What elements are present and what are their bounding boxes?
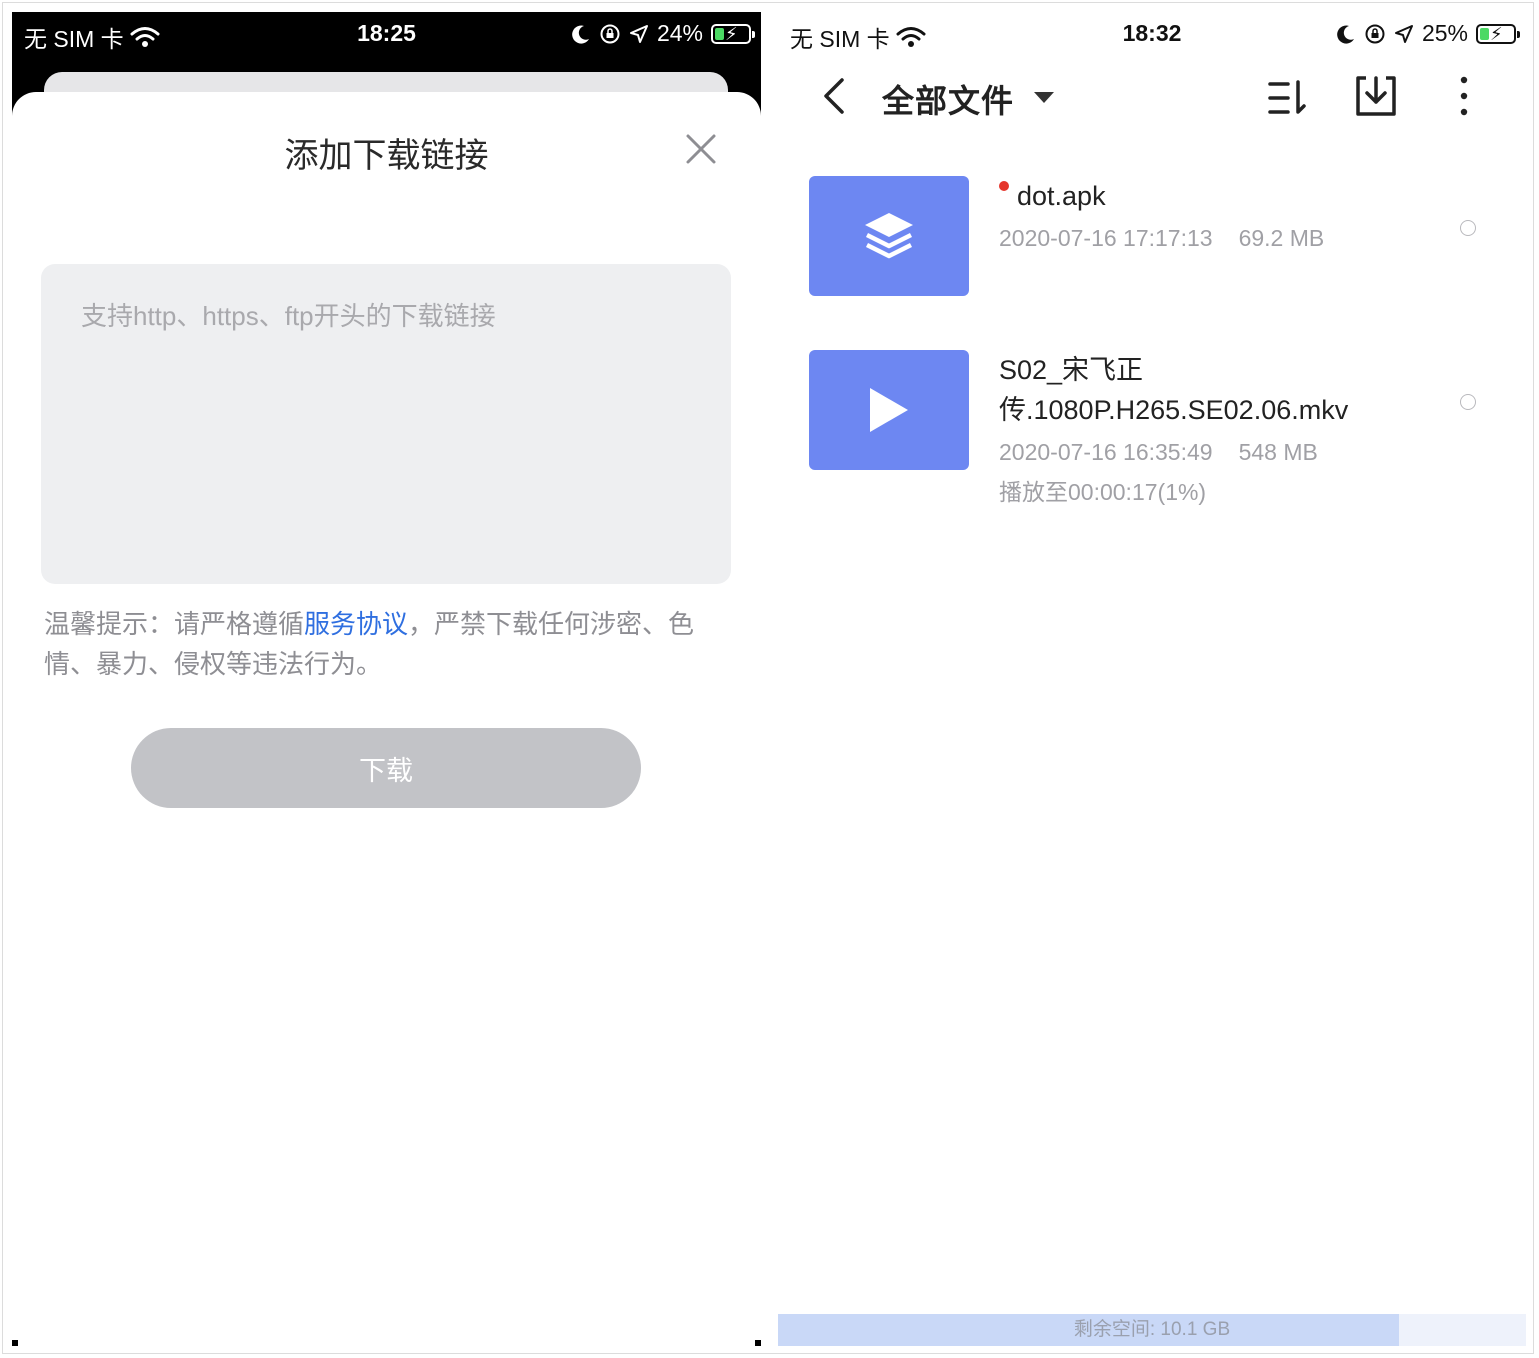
corner-mark (755, 1340, 761, 1346)
file-name-text: dot.apk (1017, 181, 1106, 211)
dialog-title: 添加下载链接 (284, 137, 489, 175)
file-thumbnail (809, 176, 969, 296)
download-button[interactable]: 下载 (131, 728, 641, 808)
file-meta: 2020-07-16 17:17:13 69.2 MB (999, 218, 1324, 258)
file-name: S02_宋飞正 (999, 355, 1144, 385)
nav-bar: 全部文件 (778, 64, 1526, 128)
new-badge (999, 181, 1009, 191)
tip-prefix: 温馨提示：请严格遵循 (44, 609, 305, 639)
folder-title[interactable]: 全部文件 (882, 76, 1014, 122)
file-size: 69.2 MB (1238, 225, 1325, 251)
battery-percent: 24% (656, 20, 703, 46)
file-size: 548 MB (1238, 439, 1318, 465)
rotation-lock-icon (600, 24, 620, 43)
warning-tip: 温馨提示：请严格遵循服务协议，严禁下载任何涉密、色情、暴力、侵权等违法行为。 (44, 604, 724, 684)
file-name-line2: 传.1080P.H265.SE02.06.mkv (999, 395, 1349, 425)
file-item[interactable]: dot.apk 2020-07-16 17:17:13 69.2 MB (778, 176, 1526, 316)
select-radio[interactable] (1460, 394, 1476, 410)
location-arrow-icon (629, 24, 648, 43)
play-progress: 播放至00:00:17(1%) (999, 479, 1207, 505)
select-radio[interactable] (1460, 220, 1476, 236)
battery-icon: ⚡ (1476, 23, 1520, 44)
sort-icon[interactable] (1266, 76, 1310, 120)
add-link-dialog: 添加下载链接 温馨提示：请严格遵循服务协议，严禁下载任何涉密、色情、暴力、侵权等… (12, 92, 761, 1346)
download-link-input[interactable] (41, 264, 731, 584)
play-icon (870, 388, 908, 432)
file-name: dot.apk (999, 176, 1106, 216)
add-link-screen: 无 SIM 卡 18:25 24% ⚡ 添加下载链接 温馨提示：请严格遵循服务协… (12, 12, 761, 1346)
status-bar: 无 SIM 卡 18:32 25% ⚡ (778, 12, 1526, 56)
location-arrow-icon (1394, 24, 1413, 43)
rotation-lock-icon (1365, 24, 1385, 43)
status-bar: 无 SIM 卡 18:25 24% ⚡ (12, 12, 761, 56)
service-agreement-link[interactable]: 服务协议 (304, 609, 408, 639)
file-date: 2020-07-16 16:35:49 (999, 439, 1213, 465)
back-arrow-icon[interactable] (818, 76, 852, 116)
battery-percent: 25% (1421, 20, 1468, 46)
moon-icon (1337, 25, 1354, 44)
file-list-screen: 无 SIM 卡 18:32 25% ⚡ 全部文件 dot.apk 2020-07… (778, 12, 1526, 1346)
battery-icon: ⚡ (711, 23, 755, 44)
more-icon[interactable] (1454, 74, 1474, 118)
file-thumbnail (809, 350, 969, 470)
file-date: 2020-07-16 17:17:13 (999, 225, 1213, 251)
download-manager-icon[interactable] (1354, 74, 1398, 118)
moon-icon (572, 25, 589, 44)
file-meta: 2020-07-16 16:35:49 548 MB (999, 432, 1318, 472)
file-item[interactable]: S02_宋飞正 传.1080P.H265.SE02.06.mkv 2020-07… (778, 350, 1526, 520)
storage-label: 剩余空间: 10.1 GB (1073, 1319, 1231, 1340)
corner-mark (12, 1340, 18, 1346)
close-icon[interactable] (684, 132, 718, 166)
storage-bar: 剩余空间: 10.1 GB (778, 1314, 1526, 1346)
caret-down-icon[interactable] (1032, 86, 1056, 110)
layers-icon (865, 213, 913, 259)
